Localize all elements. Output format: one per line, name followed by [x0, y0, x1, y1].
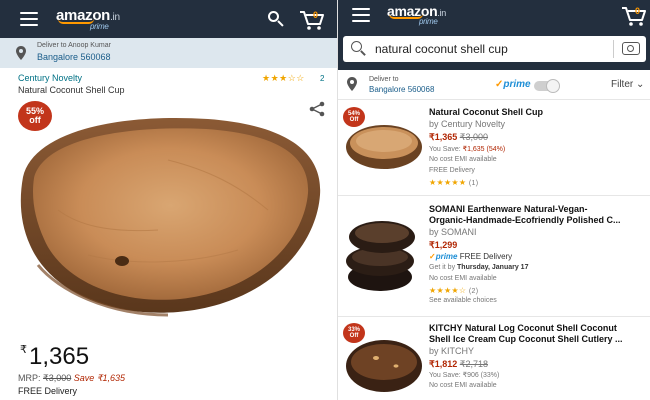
- amazon-logo[interactable]: amazon.in prime: [387, 3, 446, 26]
- cart-count: 0: [635, 6, 641, 16]
- result-you-save: You Save: ₹906 (33%): [429, 371, 499, 379]
- result-title-line-1[interactable]: KITCHY Natural Log Coconut Shell Coconut: [429, 323, 649, 334]
- search-icon[interactable]: [351, 41, 366, 56]
- result-delivery-date: Get it by Thursday, January 17: [429, 264, 528, 271]
- prime-badge-text: prime: [435, 252, 458, 261]
- prime-filter-text: prime: [503, 79, 531, 90]
- result-title[interactable]: Natural Coconut Shell Cup: [429, 107, 649, 118]
- result-rating[interactable]: ★★★★★ (1): [429, 178, 478, 187]
- result-title-line-1[interactable]: SOMANI Earthenware Natural-Vegan-: [429, 204, 649, 215]
- deliver-to-location[interactable]: Bangalore 560068: [369, 85, 434, 94]
- product-title: Natural Coconut Shell Cup: [18, 85, 125, 95]
- result-stars: ★★★★☆: [429, 286, 467, 295]
- logo-smile: [389, 14, 423, 19]
- location-pin-icon: [16, 46, 26, 60]
- rating-stars[interactable]: ★★★☆☆: [262, 73, 305, 84]
- logo-suffix: .in: [110, 12, 120, 23]
- top-header: amazon.in prime 0 natural coconut shell …: [338, 0, 650, 70]
- price-value: 1,365: [29, 343, 90, 370]
- rating-count[interactable]: 2: [320, 74, 324, 83]
- prime-badge: ✓prime: [429, 252, 458, 261]
- result-rating-count: (2): [468, 288, 479, 295]
- price-currency-symbol: ₹: [20, 344, 27, 356]
- cart-icon[interactable]: [621, 5, 647, 27]
- result-brand: by KITCHY: [429, 346, 475, 356]
- you-save-label: You Save:: [429, 146, 463, 153]
- deliver-to-location: Bangalore 560068: [37, 52, 111, 62]
- logo-smile: [58, 19, 94, 24]
- cart-count: 0: [313, 10, 319, 20]
- you-save-label: You Save:: [429, 372, 463, 379]
- you-save-value: ₹906 (33%): [462, 372, 500, 379]
- prime-filter-label[interactable]: ✓prime: [495, 79, 531, 90]
- logo-suffix: .in: [437, 8, 446, 18]
- result-brand: by Century Novelty: [429, 119, 506, 129]
- result-emi: No cost EMI available: [429, 156, 497, 163]
- camera-icon[interactable]: [622, 42, 640, 55]
- search-result-item[interactable]: 33% Off KITCHY Natural Log Coconut Shell…: [338, 318, 650, 400]
- deliver-filter-bar: Deliver to Bangalore 560068 ✓prime Filte…: [338, 70, 650, 100]
- cart-icon[interactable]: [299, 9, 325, 31]
- search-result-item[interactable]: 54% Off Natural Coconut Shell Cup by Cen…: [338, 101, 650, 196]
- search-icon[interactable]: [268, 11, 284, 27]
- result-emi: No cost EMI available: [429, 275, 497, 282]
- prime-toggle[interactable]: [534, 79, 560, 93]
- result-stars: ★★★★★: [429, 178, 467, 187]
- deliver-to-bar[interactable]: Deliver to Anoop Kumar Bangalore 560068: [0, 38, 337, 68]
- get-it-date: Thursday, January 17: [457, 264, 529, 271]
- screenshot-root: amazon.in prime 0 Deliver to Anoop Kumar…: [0, 0, 650, 400]
- discount-badge-label: Off: [349, 117, 359, 123]
- result-brand: by SOMANI: [429, 227, 477, 237]
- product-image-coconut-bowl[interactable]: [18, 115, 323, 325]
- you-save-value: ₹1,635 (54%): [462, 146, 506, 153]
- search-result-item[interactable]: SOMANI Earthenware Natural-Vegan- Organi…: [338, 197, 650, 317]
- logo-prime: prime: [90, 22, 109, 31]
- free-delivery-label: FREE Delivery: [18, 386, 78, 396]
- search-input[interactable]: natural coconut shell cup: [375, 42, 508, 56]
- discount-badge: 54% Off: [343, 107, 365, 127]
- get-it-prefix: Get it by: [429, 264, 458, 271]
- result-price-value: ₹1,365: [429, 132, 458, 142]
- product-detail-pane: amazon.in prime 0 Deliver to Anoop Kumar…: [0, 0, 337, 400]
- result-mrp: ₹2,718: [459, 359, 489, 369]
- result-price-value: ₹1,812: [429, 359, 458, 369]
- mrp-value: ₹3,000: [43, 373, 72, 383]
- logo-prime: prime: [419, 17, 438, 26]
- top-header: amazon.in prime 0: [0, 0, 337, 38]
- deliver-to-name: Deliver to Anoop Kumar: [37, 42, 111, 49]
- result-rating[interactable]: ★★★★☆ (2): [429, 286, 478, 295]
- mrp-label: MRP:: [18, 373, 41, 383]
- menu-icon[interactable]: [352, 8, 370, 22]
- result-prime-delivery: ✓prime FREE Delivery: [429, 252, 512, 261]
- save-text: Save ₹1,635: [73, 373, 126, 383]
- discount-badge: 33% Off: [343, 323, 365, 343]
- result-rating-count: (1): [468, 180, 479, 187]
- result-emi: No cost EMI available: [429, 382, 497, 389]
- result-title-line-2[interactable]: Shell Ice Cream Cup Coconut Shell Cutler…: [429, 334, 649, 345]
- location-pin-icon[interactable]: [347, 77, 357, 91]
- product-price: ₹1,365: [20, 343, 89, 371]
- result-you-save: You Save: ₹1,635 (54%): [429, 145, 505, 153]
- brand-link[interactable]: Century Novelty: [18, 73, 82, 83]
- result-free-delivery: FREE Delivery: [457, 252, 513, 261]
- search-results-pane: amazon.in prime 0 natural coconut shell …: [337, 0, 650, 400]
- search-bar[interactable]: natural coconut shell cup: [343, 36, 646, 62]
- see-choices-link[interactable]: See available choices: [429, 297, 497, 304]
- result-title-line-2[interactable]: Organic-Handmade-Ecofriendly Polished C.…: [429, 215, 649, 226]
- result-mrp: ₹3,000: [459, 132, 489, 142]
- result-price: ₹1,299: [429, 240, 458, 250]
- discount-badge-label: Off: [349, 333, 359, 339]
- deliver-to-label[interactable]: Deliver to: [369, 76, 399, 83]
- menu-icon[interactable]: [20, 12, 38, 26]
- amazon-logo[interactable]: amazon.in prime: [56, 7, 120, 31]
- search-divider: [613, 40, 614, 58]
- result-free-delivery: FREE Delivery: [429, 167, 475, 174]
- mrp-line: MRP: ₹3,000 Save ₹1,635: [18, 373, 125, 384]
- filter-button[interactable]: Filter ⌄: [611, 79, 644, 90]
- result-price: ₹1,365 ₹3,000: [429, 132, 488, 143]
- chevron-down-icon: ⌄: [636, 79, 645, 90]
- result-thumbnail[interactable]: [342, 215, 424, 295]
- filter-label: Filter: [611, 79, 634, 90]
- result-price: ₹1,812 ₹2,718: [429, 359, 488, 370]
